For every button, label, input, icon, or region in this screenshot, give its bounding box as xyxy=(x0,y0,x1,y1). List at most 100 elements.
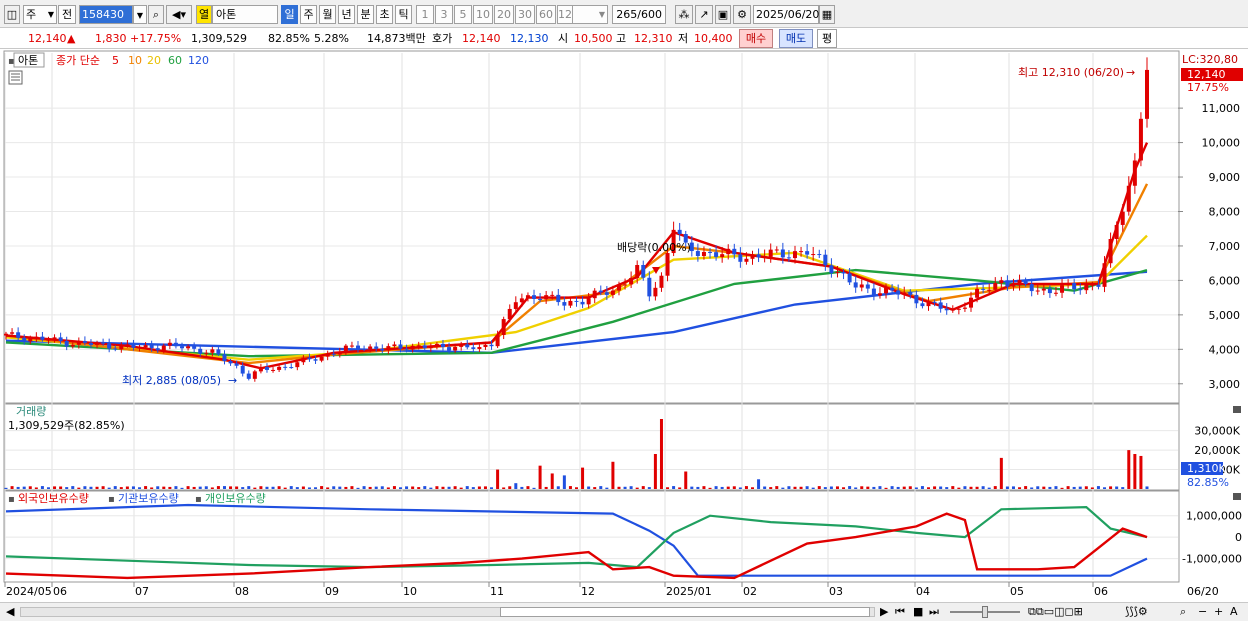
market-type-select[interactable]: 주 ▼ xyxy=(23,5,57,24)
volume-bar xyxy=(599,486,603,489)
gear-icon[interactable]: ⚙ xyxy=(733,5,751,24)
calendar-icon[interactable]: ▦ xyxy=(819,5,835,24)
volume-bar xyxy=(180,487,184,489)
code-dropdown[interactable]: ▼ xyxy=(133,5,147,24)
period-button[interactable]: 틱 xyxy=(395,5,412,24)
scroll-right-icon[interactable]: ▶ xyxy=(880,605,888,619)
interval-custom-select[interactable]: ▼ xyxy=(572,5,608,24)
sell-button[interactable]: 매도 xyxy=(779,29,813,48)
period-button[interactable]: 주 xyxy=(300,5,317,24)
zoom-in-icon[interactable]: + xyxy=(1214,605,1223,619)
ma-legend-20: 20 xyxy=(147,54,161,67)
bar-count-input[interactable]: 265/600 xyxy=(612,5,666,24)
candle-body xyxy=(720,254,725,258)
candle-body xyxy=(453,346,458,351)
candle-body xyxy=(1023,280,1028,285)
volume-bar xyxy=(1115,486,1119,489)
indicator-icon[interactable]: ⁂ xyxy=(675,5,693,24)
volume-bar xyxy=(714,486,718,489)
holdings-panel-close-icon[interactable] xyxy=(1233,493,1241,500)
candle-body xyxy=(950,309,955,311)
volume-bar xyxy=(696,486,700,489)
interval-button[interactable]: 20 xyxy=(494,5,514,24)
candle-body xyxy=(113,348,118,350)
candle-body xyxy=(708,251,713,253)
interval-button[interactable]: 1 xyxy=(416,5,434,24)
candle-body xyxy=(695,251,700,256)
stock-name-field[interactable]: 아톤 xyxy=(212,5,278,24)
holdings-tick-label: 0 xyxy=(1235,531,1242,544)
volume-bar xyxy=(89,486,93,489)
volume-bar xyxy=(678,487,682,489)
candle-body xyxy=(792,251,797,259)
volume-panel-close-icon[interactable] xyxy=(1233,406,1241,413)
volume-bar xyxy=(168,486,172,489)
candle-body xyxy=(501,319,506,335)
volume-bar xyxy=(550,473,554,489)
candle-body xyxy=(841,272,846,274)
stock-chart[interactable]: 2024/05 06 07 08 09 10 11 12 2025/01 02 03 04 05 0611… xyxy=(0,49,1248,602)
interval-button[interactable]: 30 xyxy=(515,5,535,24)
candle-body xyxy=(629,277,634,285)
date-input[interactable]: 2025/06/20 xyxy=(753,5,819,24)
turnover-rate: 5.28% xyxy=(314,32,349,45)
layout-icon[interactable]: ⧉⧉▭◫◻⊞ xyxy=(1028,605,1083,619)
font-size-icon[interactable]: A xyxy=(1230,605,1238,619)
interval-button[interactable]: 10 xyxy=(473,5,493,24)
volume-bar xyxy=(301,486,305,489)
period-button[interactable]: 년 xyxy=(338,5,355,24)
period-button[interactable]: 분 xyxy=(357,5,374,24)
volume-bar xyxy=(623,486,627,489)
chart-area[interactable]: 2024/05 06 07 08 09 10 11 12 2025/01 02 03 04 05 06 11… xyxy=(0,49,1248,602)
prev-button[interactable]: 전 xyxy=(58,5,76,24)
volume-bar xyxy=(817,486,821,489)
candle-body xyxy=(119,344,124,350)
chart-layout-icon[interactable]: ◫ xyxy=(4,5,20,24)
volume-bar xyxy=(908,486,912,489)
stock-code-input[interactable]: 158430 xyxy=(79,5,133,24)
candle-body xyxy=(513,302,518,309)
month-label: 2025/01 xyxy=(666,585,712,598)
volume-bar xyxy=(763,486,767,489)
candle-body xyxy=(1029,284,1034,292)
first-page-icon[interactable]: ⏮ xyxy=(895,605,905,619)
volume-bar xyxy=(611,461,615,489)
stop-icon[interactable]: ■ xyxy=(913,605,923,619)
period-button[interactable]: 일 xyxy=(281,5,298,24)
volume-bar xyxy=(878,486,882,489)
volume-bar xyxy=(951,486,955,489)
tool-icons[interactable]: ⟆⟆⟆⚙ xyxy=(1125,605,1148,619)
interval-button[interactable]: 5 xyxy=(454,5,472,24)
volume-bar xyxy=(107,487,111,489)
candle-body xyxy=(890,287,895,291)
volume-bar xyxy=(835,486,839,489)
interval-button[interactable]: 3 xyxy=(435,5,453,24)
scrollbar-thumb[interactable] xyxy=(500,607,870,617)
candle-body xyxy=(1096,284,1101,287)
candle-body xyxy=(343,345,348,352)
candle-body xyxy=(896,290,901,295)
period-button[interactable]: 월 xyxy=(319,5,336,24)
volume-bar xyxy=(975,486,979,489)
draw-tool-icon[interactable]: ↗ xyxy=(695,5,713,24)
volume-bar xyxy=(265,486,269,489)
scroll-left-icon[interactable]: ◀ xyxy=(6,605,14,619)
volume-bar xyxy=(720,486,724,489)
last-page-icon[interactable]: ⏭ xyxy=(929,605,939,619)
candle-body xyxy=(101,342,106,344)
buy-button[interactable]: 매수 xyxy=(739,29,773,48)
volume-bar xyxy=(471,487,475,489)
speaker-icon[interactable]: ◀▾ xyxy=(166,5,192,24)
interval-button[interactable]: 60 xyxy=(536,5,556,24)
search-icon[interactable]: ⌕ xyxy=(148,5,164,24)
candle-body xyxy=(865,284,870,289)
period-button[interactable]: 초 xyxy=(376,5,393,24)
bid-label: 호가 xyxy=(432,32,453,45)
zoom-slider-handle[interactable] xyxy=(982,606,988,618)
candle-body xyxy=(962,307,967,309)
average-button[interactable]: 평 xyxy=(817,29,837,48)
search-icon[interactable]: ⌕ xyxy=(1180,605,1186,619)
zoom-out-icon[interactable]: − xyxy=(1198,605,1207,619)
save-icon[interactable]: ▣ xyxy=(715,5,731,24)
candle-body xyxy=(325,353,330,357)
